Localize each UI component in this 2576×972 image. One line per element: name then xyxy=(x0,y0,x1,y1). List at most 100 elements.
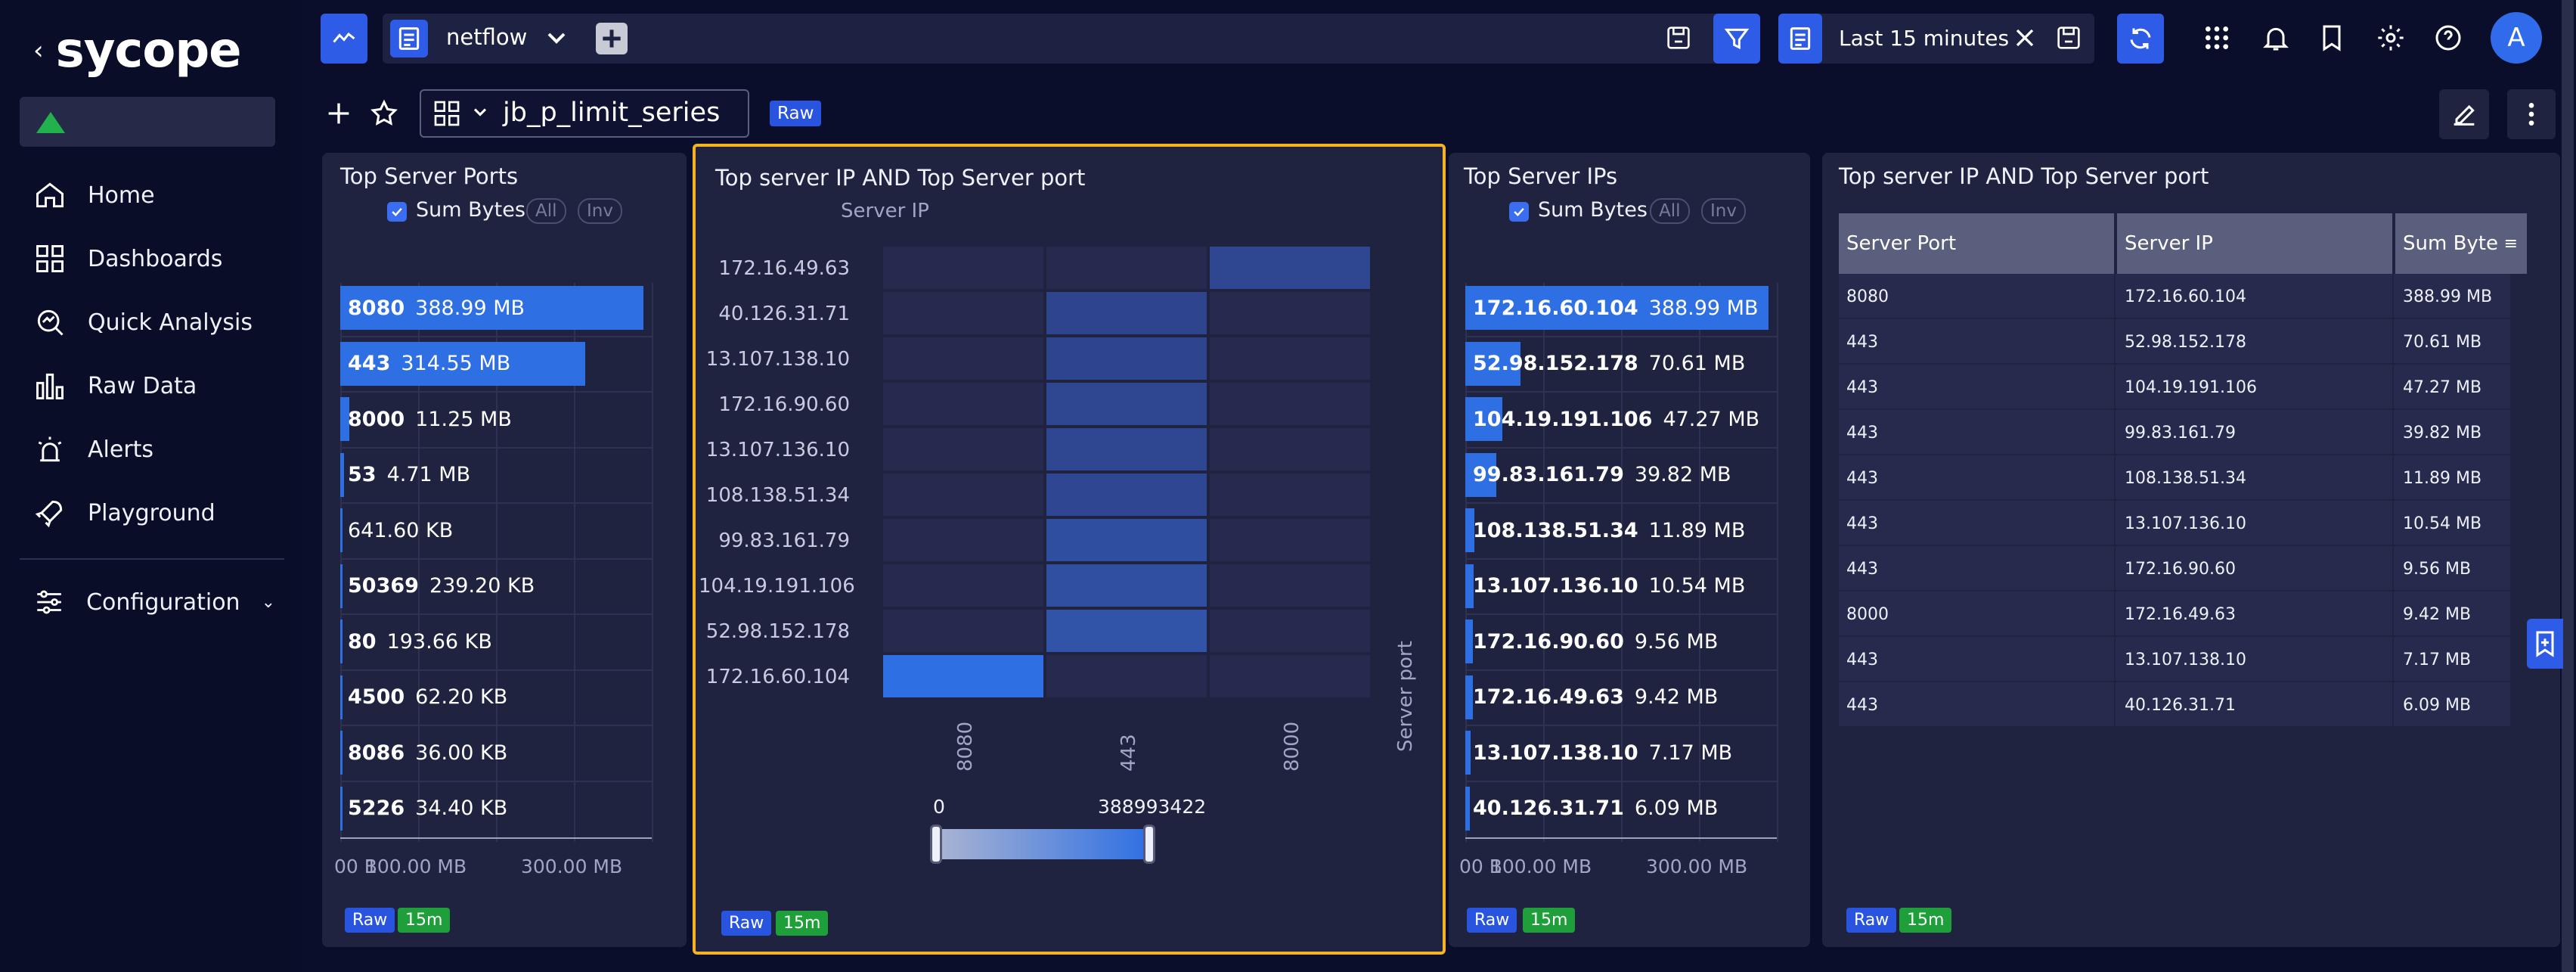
bar[interactable] xyxy=(1465,620,1473,663)
heatmap-cell[interactable] xyxy=(883,610,1045,654)
bar[interactable] xyxy=(340,620,343,663)
settings-gear-icon[interactable] xyxy=(2376,23,2406,53)
ip-port-heatmap-widget[interactable]: Top server IP AND Top Server port Server… xyxy=(693,144,1446,955)
ip-port-table-widget[interactable]: Top server IP AND Top Server port Server… xyxy=(1822,153,2560,947)
bookmarks-icon[interactable] xyxy=(2317,23,2347,53)
clear-time-icon[interactable] xyxy=(2010,23,2040,53)
heatmap-cell[interactable] xyxy=(1210,519,1372,563)
heatmap-cell[interactable] xyxy=(1046,655,1208,699)
heatmap-cell[interactable] xyxy=(1046,474,1208,517)
top-server-ports-widget[interactable]: Top Server Ports Sum Bytes All Inv 8080 3… xyxy=(322,153,687,947)
heatmap-cell[interactable] xyxy=(1046,337,1208,381)
heatmap-cell[interactable] xyxy=(1210,428,1372,472)
table-header-1[interactable]: Server Port xyxy=(1839,213,2116,274)
sidebar-item-home[interactable]: Home xyxy=(33,174,155,216)
bar-label: 80 193.66 KB xyxy=(348,629,492,654)
scale-max-handle[interactable] xyxy=(1143,824,1155,864)
heatmap-cell[interactable] xyxy=(1210,610,1372,654)
grid-line xyxy=(1465,613,1777,615)
more-options-button[interactable] xyxy=(2507,89,2556,139)
table-cell: 13.107.136.10 xyxy=(2117,501,2394,546)
collapse-chevron-icon[interactable]: ‹ xyxy=(33,36,44,66)
bar[interactable] xyxy=(340,564,343,608)
sum-bytes-checkbox[interactable] xyxy=(1509,202,1529,222)
all-toggle[interactable]: All xyxy=(526,198,566,224)
bar[interactable] xyxy=(340,508,343,552)
x-tick-label: 300.00 MB xyxy=(521,856,623,877)
heatmap-cell[interactable] xyxy=(1210,564,1372,608)
heatmap-cell[interactable] xyxy=(883,474,1045,517)
side-bookmark-tab[interactable] xyxy=(2527,619,2563,669)
time-range-picker[interactable]: Last 15 minutes xyxy=(1778,14,2094,64)
heatmap-cell[interactable] xyxy=(883,564,1045,608)
sidebar-item-configuration[interactable]: Configuration ⌄ xyxy=(33,581,275,623)
filter-button[interactable] xyxy=(1713,14,1760,64)
heatmap-cell[interactable] xyxy=(1210,474,1372,517)
add-query-button[interactable] xyxy=(596,23,628,54)
all-toggle[interactable]: All xyxy=(1650,198,1690,224)
sidebar-item-raw-data[interactable]: Raw Data xyxy=(33,365,197,407)
heatmap-cell[interactable] xyxy=(1046,383,1208,427)
heatmap-cell[interactable] xyxy=(883,292,1045,336)
favorite-star-icon[interactable] xyxy=(369,98,399,129)
source-select[interactable]: netflow xyxy=(446,24,527,50)
bar[interactable] xyxy=(1465,786,1471,831)
bar[interactable] xyxy=(340,731,343,775)
sum-bytes-checkbox[interactable] xyxy=(387,202,407,222)
heatmap-cell[interactable] xyxy=(1046,247,1208,290)
sidebar-item-playground[interactable]: Playground xyxy=(33,492,215,534)
bar-label: 50369 239.20 KB xyxy=(348,574,535,598)
table-header-2[interactable]: Server IP xyxy=(2117,213,2394,274)
edit-dashboard-button[interactable] xyxy=(2439,89,2489,139)
bar[interactable] xyxy=(340,452,344,497)
bar[interactable] xyxy=(340,786,343,831)
bar[interactable] xyxy=(1465,675,1473,719)
source-dropdown-chevron-icon[interactable] xyxy=(541,23,572,53)
table-header-3[interactable]: Sum Byte ≡ xyxy=(2395,213,2528,274)
heatmap-cell[interactable] xyxy=(1046,428,1208,472)
apps-grid-icon[interactable] xyxy=(2202,23,2232,53)
heatmap-cell[interactable] xyxy=(883,519,1045,563)
sidebar-item-quick-analysis[interactable]: Quick Analysis xyxy=(33,301,253,343)
dashboard-selector[interactable]: jb_p_limit_series xyxy=(420,89,749,138)
heatmap-cell[interactable] xyxy=(883,337,1045,381)
heatmap-cell[interactable] xyxy=(883,655,1045,699)
heatmap-cell[interactable] xyxy=(883,428,1045,472)
bar[interactable] xyxy=(340,675,343,719)
heatmap-cell[interactable] xyxy=(883,247,1045,290)
heatmap-cell[interactable] xyxy=(1210,247,1372,290)
bar[interactable] xyxy=(1465,731,1471,775)
invert-toggle[interactable]: Inv xyxy=(1701,198,1746,224)
sort-icon[interactable]: ≡ xyxy=(2504,234,2518,253)
invert-toggle[interactable]: Inv xyxy=(578,198,622,224)
heatmap-cell[interactable] xyxy=(1210,292,1372,336)
system-status-indicator[interactable] xyxy=(20,97,275,147)
user-avatar[interactable]: A xyxy=(2491,12,2542,64)
save-query-icon[interactable] xyxy=(1663,23,1694,53)
heatmap-cell[interactable] xyxy=(1210,655,1372,699)
help-icon[interactable] xyxy=(2433,23,2463,53)
heatmap-cell[interactable] xyxy=(1046,292,1208,336)
bookmark-add-icon xyxy=(2536,631,2554,657)
top-server-ips-widget[interactable]: Top Server IPs Sum Bytes All Inv 172.16.… xyxy=(1449,153,1810,947)
brand-logo[interactable]: ‹ sycope xyxy=(33,23,242,79)
scale-min-handle[interactable] xyxy=(930,824,942,864)
refresh-button[interactable] xyxy=(2117,14,2164,64)
heatmap-cell[interactable] xyxy=(1046,519,1208,563)
notifications-bell-icon[interactable] xyxy=(2261,23,2291,53)
raw-data-icon xyxy=(36,373,64,399)
add-widget-icon[interactable] xyxy=(324,98,354,129)
heatmap-cell[interactable] xyxy=(1046,564,1208,608)
heatmap-cell[interactable] xyxy=(1046,610,1208,654)
heatmap-cell[interactable] xyxy=(1210,337,1372,381)
save-time-icon[interactable] xyxy=(2054,23,2084,53)
heatmap-cell[interactable] xyxy=(1210,383,1372,427)
sidebar-item-dashboards[interactable]: Dashboards xyxy=(33,238,222,280)
table-cell: 10.54 MB xyxy=(2395,501,2528,546)
heatmap-cell[interactable] xyxy=(883,383,1045,427)
activity-button[interactable] xyxy=(321,14,367,64)
table-cell: 6.09 MB xyxy=(2395,682,2528,728)
page-scrollbar[interactable] xyxy=(2562,0,2574,972)
sidebar-item-alerts[interactable]: Alerts xyxy=(33,428,153,470)
grid-line xyxy=(1465,669,1777,671)
